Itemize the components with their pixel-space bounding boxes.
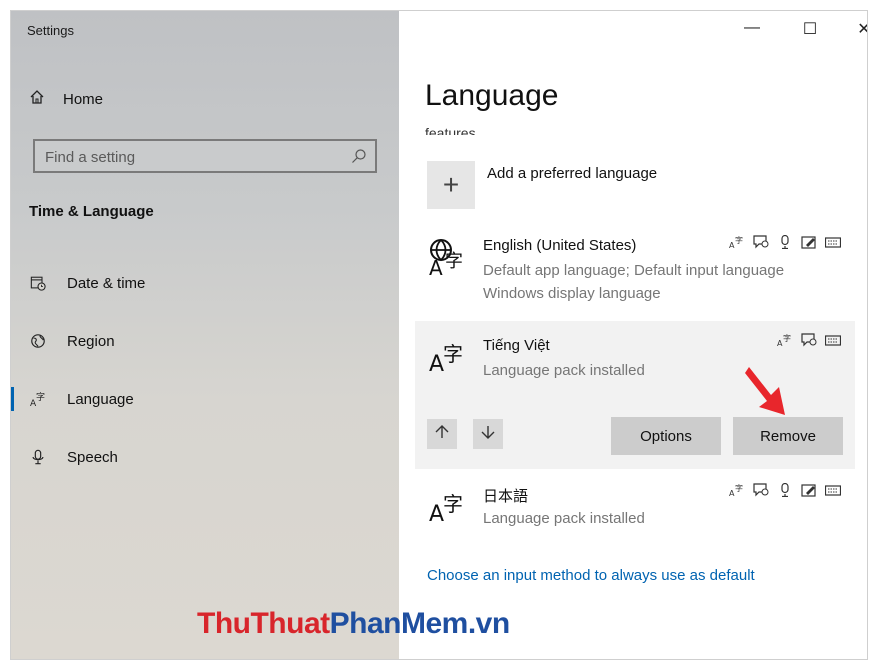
add-language-row[interactable]: + Add a preferred language [427,161,657,209]
svg-text:字: 字 [443,342,463,366]
svg-text:字: 字 [443,492,463,516]
language-desc: Language pack installed [483,510,645,527]
settings-window: Settings Home Time & Language Date & tim… [10,10,868,660]
search-input[interactable] [43,145,347,169]
language-icon: A字 [429,335,469,377]
language-icon: A字 [29,390,47,408]
move-down-button[interactable] [473,419,503,449]
keyboard-icon [824,333,842,352]
text-to-speech-icon [753,235,769,254]
language-name: Tiếng Việt [483,337,550,354]
sidebar: Settings Home Time & Language Date & tim… [11,11,399,659]
language-desc-2: Windows display language [483,285,661,302]
language-item-english[interactable]: A字 English (United States) Default app l… [415,225,855,311]
display-language-icon: A字 [777,333,793,352]
svg-text:字: 字 [36,391,45,403]
arrow-down-icon [480,424,496,445]
language-item-japanese[interactable]: A字 日本語 Language pack installed A字 [415,473,855,547]
microphone-icon [29,448,47,466]
selection-indicator [11,387,14,411]
clipped-description: features. [425,125,480,135]
page-title: Language [425,79,559,112]
feature-icons: A字 [777,333,842,352]
sidebar-item-speech[interactable]: Speech [11,437,399,477]
watermark-part-1: ThuThuat [197,607,330,640]
sidebar-item-date-time[interactable]: Date & time [11,263,399,303]
svg-text:A: A [429,502,444,525]
annotation-arrow-icon [741,361,791,424]
main-content: — ☐ ✕ Language features. + Add a preferr… [399,11,867,659]
feature-icons: A字 [729,482,842,502]
maximize-button[interactable]: ☐ [787,19,833,39]
svg-text:A: A [429,352,444,375]
speech-recognition-icon [777,482,793,502]
svg-text:字: 字 [735,483,743,493]
search-icon[interactable] [351,148,367,164]
watermark: ThuThuatPhanMem.vn [197,607,510,641]
input-method-link[interactable]: Choose an input method to always use as … [427,567,755,584]
language-name: 日本語 [483,488,529,505]
language-item-vietnamese[interactable]: A字 Tiếng Việt Language pack installed A字… [415,321,855,469]
handwriting-icon [801,235,817,254]
sidebar-item-region[interactable]: Region [11,321,399,361]
feature-icons: A字 [729,234,842,254]
section-title: Time & Language [29,203,154,220]
speech-recognition-icon [777,234,793,254]
svg-text:A: A [429,256,443,277]
watermark-part-3: .vn [467,607,510,640]
minimize-button[interactable]: — [729,19,775,37]
arrow-up-icon [434,424,450,445]
language-name: English (United States) [483,237,637,254]
language-desc: Language pack installed [483,362,645,379]
home-link[interactable]: Home [29,89,103,109]
sidebar-item-label: Date & time [67,274,146,292]
close-button[interactable]: ✕ [841,19,867,39]
add-language-button[interactable]: + [427,161,475,209]
handwriting-icon [801,483,817,502]
text-to-speech-icon [753,483,769,502]
plus-icon: + [442,169,460,200]
home-label: Home [63,90,104,108]
keyboard-icon [824,235,842,254]
language-globe-icon: A字 [429,237,469,280]
keyboard-icon [824,483,842,502]
calendar-clock-icon [29,274,47,292]
home-icon [29,89,45,109]
language-desc: Default app language; Default input lang… [483,262,785,279]
display-language-icon: A字 [729,483,745,502]
globe-icon [29,332,47,350]
svg-text:字: 字 [783,333,791,343]
sidebar-item-label: Language [67,390,134,408]
svg-text:字: 字 [445,251,463,272]
display-language-icon: A字 [729,235,745,254]
move-up-button[interactable] [427,419,457,449]
options-button[interactable]: Options [611,417,721,455]
sidebar-item-language[interactable]: A字 Language [11,379,399,419]
svg-text:字: 字 [735,235,743,245]
language-icon: A字 [429,485,469,527]
text-to-speech-icon [801,333,817,352]
sidebar-item-label: Speech [67,448,118,466]
watermark-part-2: PhanMem [329,607,469,640]
sidebar-item-label: Region [67,332,115,350]
search-box[interactable] [33,139,377,173]
add-language-label: Add a preferred language [487,165,658,182]
app-title: Settings [27,23,74,38]
